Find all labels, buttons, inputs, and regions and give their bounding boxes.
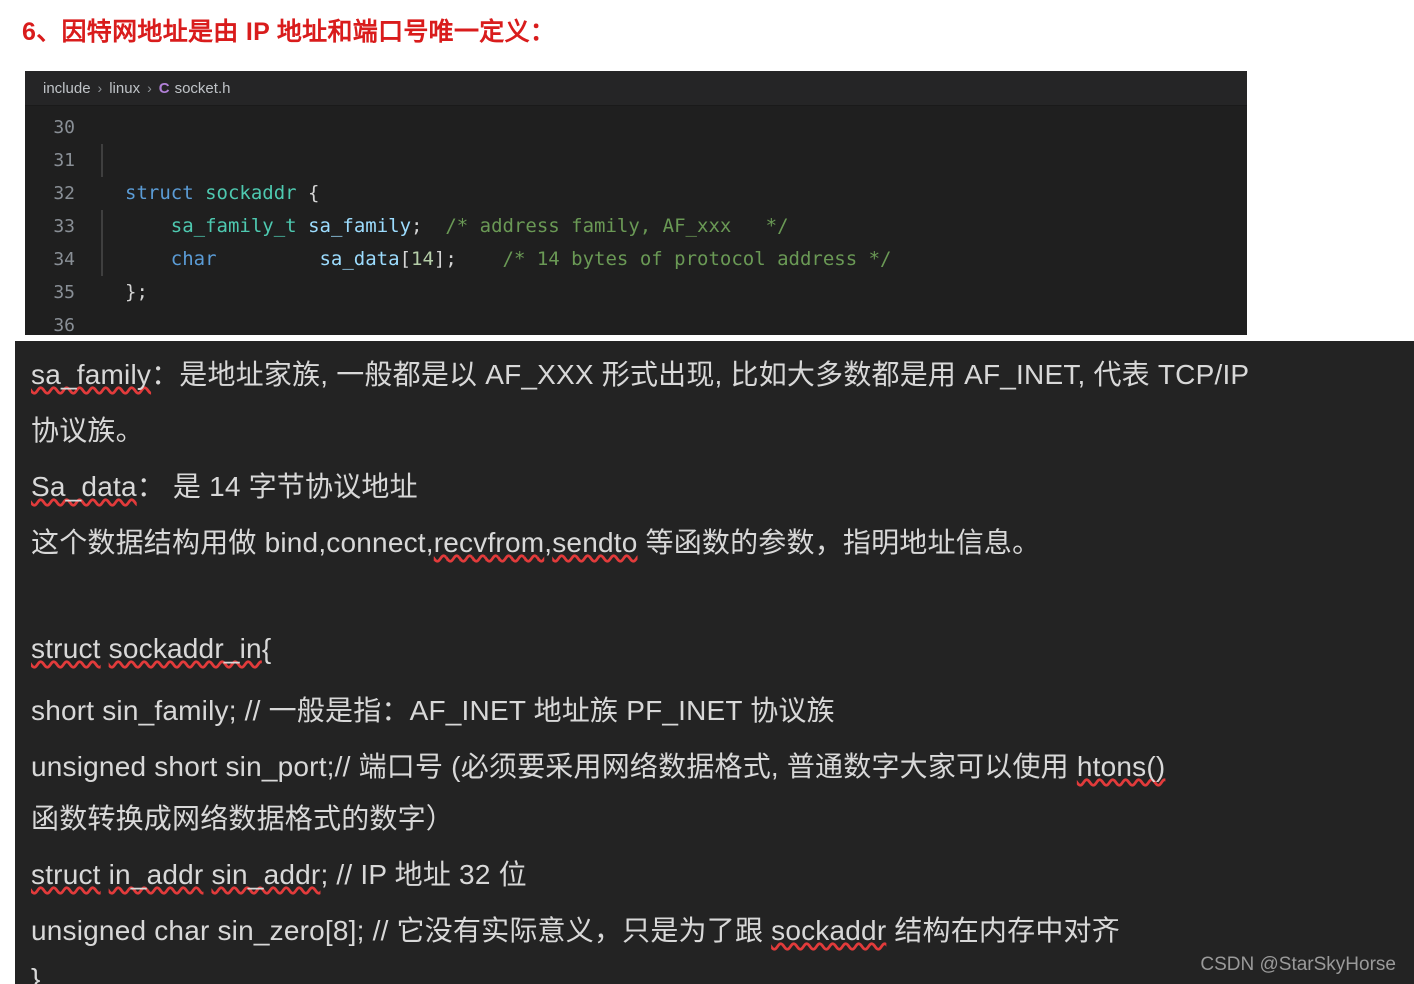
note-text: ： 是 14 字节协议地址 — [136, 471, 418, 502]
spellcheck-word: sockaddr — [771, 915, 887, 946]
note-line-sin-addr: struct in_addr sin_addr; // IP 地址 32 位 — [31, 853, 527, 893]
breadcrumb-linux[interactable]: linux — [109, 80, 140, 97]
note-line-sin-family: short sin_family; // 一般是指：AF_INET 地址族 PF… — [31, 695, 835, 726]
code-text: }; — [125, 281, 148, 303]
breadcrumb-file[interactable]: socket.h — [175, 80, 231, 97]
c-file-icon: C — [158, 79, 170, 97]
spellcheck-word: sockaddr_in — [108, 633, 262, 664]
note-line-usage: 这个数据结构用做 bind,connect,recvfrom,sendto 等函… — [31, 521, 1040, 561]
note-text — [101, 859, 109, 890]
note-text: 等函数的参数，指明地址信息。 — [637, 527, 1041, 558]
spellcheck-word: Sa_data — [31, 471, 137, 502]
line-number: 32 — [53, 183, 75, 204]
indent-guide — [101, 144, 103, 177]
chevron-right-icon: › — [97, 80, 103, 96]
note-text: unsigned short sin_port;// 端口号 (必须要采用网络数… — [31, 751, 1077, 782]
line-number: 33 — [53, 216, 75, 237]
line-number: 31 — [53, 150, 75, 171]
spellcheck-word: recvfrom — [433, 527, 545, 558]
code-line: 35}; — [25, 276, 1247, 309]
note-text: { — [261, 633, 272, 664]
code-editor[interactable]: 30 31 32 struct sockaddr { 33 sa_family_t sa… — [25, 105, 1247, 335]
note-line-sin-port: unsigned short sin_port;// 端口号 (必须要采用网络数… — [31, 745, 1165, 785]
note-text — [101, 633, 109, 664]
indent-guide — [101, 243, 103, 276]
code-line: 34 char sa_data[14]; /* 14 bytes of prot… — [25, 243, 1247, 276]
note-line-struct-open: struct sockaddr_in{ — [31, 633, 271, 665]
code-text: sa_family_t sa_family; /* address family… — [170, 215, 789, 237]
indent-guide — [101, 276, 103, 309]
code-line: 33 sa_family_t sa_family; /* address fam… — [25, 210, 1247, 243]
spellcheck-word: struct — [31, 633, 101, 664]
spellcheck-word: htons() — [1076, 751, 1166, 782]
note-text: 结构在内存中对齐 — [886, 915, 1120, 946]
spellcheck-word: sin_addr — [211, 859, 321, 890]
note-panel: sa_family：是地址家族, 一般都是以 AF_XXX 形式出现, 比如大多… — [15, 341, 1414, 984]
page-title: 6、因特网地址是由 IP 地址和端口号唯一定义： — [22, 18, 556, 46]
code-line: 31 — [25, 144, 1247, 177]
note-line-sa-family: sa_family：是地址家族, 一般都是以 AF_XXX 形式出现, 比如大多… — [31, 353, 1249, 393]
indent-guide — [101, 210, 103, 243]
code-line: 36 — [25, 309, 1247, 335]
note-line-protocol: 协议族。 — [31, 415, 144, 446]
note-line-sin-port-cont: 函数转换成网络数据格式的数字） — [31, 803, 455, 834]
indent-guide — [101, 309, 103, 335]
page-root: 6、因特网地址是由 IP 地址和端口号唯一定义： include › linux… — [0, 0, 1414, 984]
breadcrumb-include[interactable]: include — [43, 80, 91, 97]
code-line: 30 — [25, 111, 1247, 144]
note-text: ; // IP 地址 32 位 — [320, 859, 527, 890]
line-number: 30 — [53, 117, 75, 138]
line-number: 36 — [53, 315, 75, 335]
note-line-struct-close: } — [31, 963, 41, 984]
csdn-watermark: CSDN @StarSkyHorse — [1200, 954, 1396, 975]
indent-guide — [101, 111, 103, 144]
code-text: char sa_data[14]; /* 14 bytes of protoco… — [170, 248, 892, 270]
indent-guide — [101, 177, 103, 210]
code-line: 32 struct sockaddr { — [25, 177, 1247, 210]
breadcrumb[interactable]: include › linux › C socket.h — [25, 71, 1247, 105]
note-line-sin-zero: unsigned char sin_zero[8]; // 它没有实际意义，只是… — [31, 909, 1120, 949]
note-line-sa-data: Sa_data： 是 14 字节协议地址 — [31, 465, 418, 505]
spellcheck-word: in_addr — [108, 859, 204, 890]
note-text: ：是地址家族, 一般都是以 AF_XXX 形式出现, 比如大多数都是用 AF_I… — [151, 359, 1250, 390]
line-number: 34 — [53, 249, 75, 270]
line-number: 35 — [53, 282, 75, 303]
chevron-right-icon: › — [147, 80, 152, 96]
spellcheck-word: sendto — [552, 527, 638, 558]
note-text: unsigned char sin_zero[8]; // 它没有实际意义，只是… — [31, 915, 772, 946]
spellcheck-word: sa_family — [31, 359, 152, 390]
note-text: 这个数据结构用做 bind,connect, — [31, 527, 434, 558]
code-text: struct sockaddr { — [125, 182, 320, 204]
code-screenshot: include › linux › C socket.h 30 31 32 struc… — [25, 71, 1247, 335]
spellcheck-word: struct — [31, 859, 101, 890]
